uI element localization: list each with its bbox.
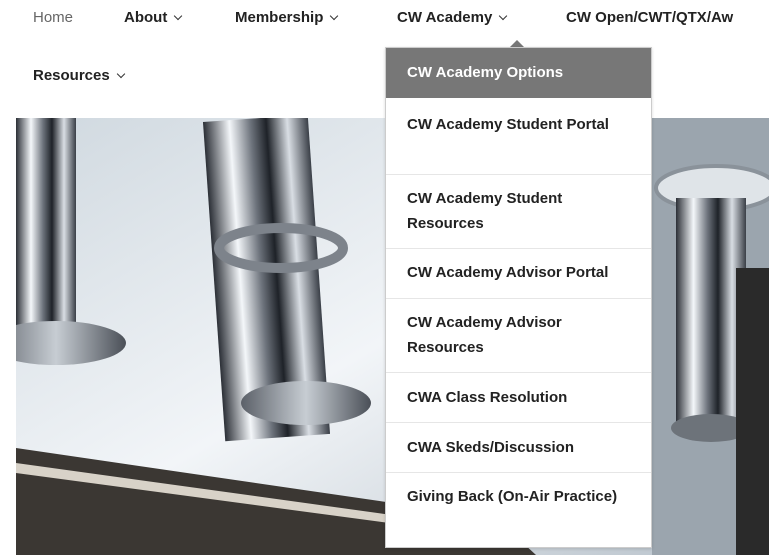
divider xyxy=(386,372,651,373)
dropdown-pointer xyxy=(510,40,524,47)
divider xyxy=(386,248,651,249)
nav-item-cw-academy[interactable]: CW Academy xyxy=(397,0,508,36)
nav-item-label: CW Academy xyxy=(397,9,493,26)
nav-item-label: Membership xyxy=(235,9,324,26)
menu-item-label: CW Academy Student Portal xyxy=(407,116,609,133)
divider xyxy=(386,298,651,299)
divider xyxy=(386,472,651,473)
chevron-down-icon xyxy=(330,11,339,21)
menu-item-cw-academy-options[interactable]: CW Academy Options xyxy=(386,48,651,98)
nav-item-membership[interactable]: Membership xyxy=(235,0,339,36)
divider xyxy=(386,174,651,175)
menu-item-label: CWA Skeds/Discussion xyxy=(407,439,574,456)
menu-item-student-resources[interactable]: CW Academy Student Resources xyxy=(386,186,651,236)
nav-item-label: About xyxy=(124,9,168,26)
chevron-down-icon xyxy=(499,11,508,21)
menu-item-advisor-portal[interactable]: CW Academy Advisor Portal xyxy=(386,260,651,285)
nav-item-label: Resources xyxy=(33,67,110,84)
nav-item-resources[interactable]: Resources xyxy=(33,58,125,94)
menu-item-skeds-discussion[interactable]: CWA Skeds/Discussion xyxy=(386,435,651,460)
nav-item-label: CW Open/CWT/QTX/Aw xyxy=(566,9,734,26)
chevron-down-icon xyxy=(116,69,125,79)
menu-item-label: CW Academy Options xyxy=(407,64,564,81)
menu-item-label: CWA Class Resolution xyxy=(407,389,568,406)
menu-item-advisor-resources[interactable]: CW Academy Advisor Resources xyxy=(386,310,651,360)
nav-item-cw-open[interactable]: CW Open/CWT/QTX/Aw xyxy=(566,0,733,36)
nav-item-home[interactable]: Home xyxy=(33,0,73,36)
divider xyxy=(386,422,651,423)
menu-item-label: Giving Back (On-Air Practice) xyxy=(407,488,618,505)
nav-item-about[interactable]: About xyxy=(124,0,183,36)
cw-academy-dropdown: CW Academy Options CW Academy Student Po… xyxy=(385,47,652,548)
nav-item-label: Home xyxy=(33,9,74,26)
menu-item-label: CW Academy Student Resources xyxy=(407,190,563,232)
main-nav: Home About Membership CW Academy CW Open… xyxy=(0,0,769,36)
menu-item-class-resolution[interactable]: CWA Class Resolution xyxy=(386,385,651,410)
menu-item-label: CW Academy Advisor Portal xyxy=(407,264,609,281)
menu-item-label: CW Academy Advisor Resources xyxy=(407,314,562,356)
menu-item-giving-back[interactable]: Giving Back (On-Air Practice) xyxy=(386,484,651,509)
menu-item-student-portal[interactable]: CW Academy Student Portal xyxy=(386,112,651,137)
chevron-down-icon xyxy=(174,11,183,21)
